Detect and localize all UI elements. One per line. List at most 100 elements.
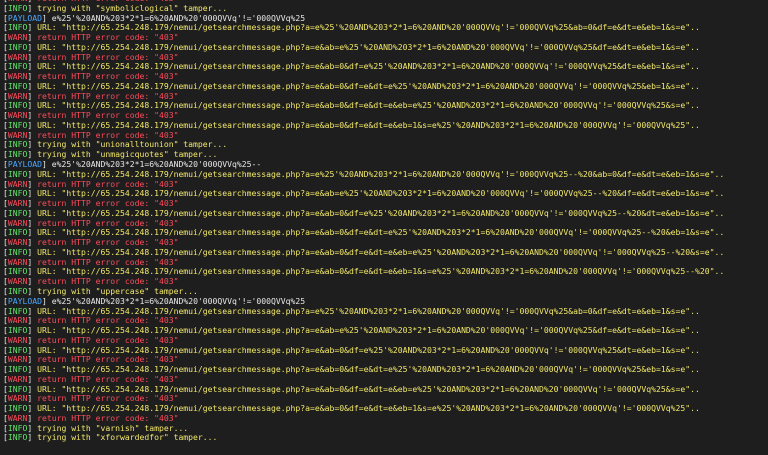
bracket-close: ] [42, 13, 52, 23]
log-line: [WARN] return HTTP error code: "403" [3, 53, 768, 63]
bracket-close: ] [27, 199, 38, 209]
log-level: INFO [7, 150, 28, 160]
log-level: WARN [7, 130, 28, 140]
log-level: WARN [7, 277, 28, 287]
log-line: [INFO] trying with "unionalltounion" tam… [3, 140, 768, 150]
log-line: [INFO] URL: "http://65.254.248.179/nemui… [3, 307, 768, 317]
log-message: URL: "http://65.254.248.179/nemui/getsea… [37, 404, 700, 414]
log-level: INFO [7, 140, 28, 150]
bracket-close: ] [27, 433, 38, 443]
log-line: [INFO] trying with "symboliclogical" tam… [3, 4, 768, 14]
bracket-close: ] [27, 326, 38, 336]
log-message: URL: "http://65.254.248.179/nemui/getsea… [37, 23, 700, 33]
log-level: WARN [7, 111, 28, 121]
bracket-close: ] [27, 238, 38, 248]
log-line: [INFO] URL: "http://65.254.248.179/nemui… [3, 228, 768, 238]
log-level: WARN [8, 0, 28, 3]
log-line: [WARN] return HTTP error code: "403" [3, 414, 768, 424]
log-message: URL: "http://65.254.248.179/nemui/getsea… [37, 189, 725, 199]
bracket-close: ] [27, 316, 38, 326]
log-message: return HTTP error code: "403" [37, 394, 179, 404]
log-message: return HTTP error code: "403" [37, 199, 179, 209]
log-level: PAYLOAD [7, 296, 42, 306]
log-line: [INFO] trying with "uppercase" tamper... [3, 287, 768, 297]
log-message: return HTTP error code: "403" [37, 130, 179, 140]
log-level: WARN [7, 238, 28, 248]
log-message: trying with "unmagicquotes" tamper... [37, 150, 218, 160]
log-line: [WARN] return HTTP error code: "403" [3, 199, 768, 209]
log-message: return HTTP error code: "403" [37, 374, 179, 384]
log-line: [WARN] return HTTP error code: "403" [3, 258, 768, 268]
log-level: INFO [7, 62, 28, 72]
log-message: e%25'%20AND%203*2*1=6%20AND%20'000QVVq%2… [51, 160, 262, 170]
log-level: INFO [7, 120, 28, 130]
log-message: URL: "http://65.254.248.179/nemui/getsea… [37, 267, 725, 277]
log-message: return HTTP error code: "403" [37, 52, 179, 62]
log-message: URL: "http://65.254.248.179/nemui/getsea… [37, 208, 725, 218]
log-message: URL: "http://65.254.248.179/nemui/getsea… [37, 384, 700, 394]
bracket-close: ] [27, 179, 38, 189]
log-line: [WARN] return HTTP error code: "403" [3, 131, 768, 141]
log-line: [INFO] URL: "http://65.254.248.179/nemui… [3, 346, 768, 356]
log-line: [INFO] URL: "http://65.254.248.179/nemui… [3, 170, 768, 180]
bracket-close: ] [42, 296, 52, 306]
log-level: WARN [7, 413, 28, 423]
log-message: return HTTP error code: "403" [37, 179, 179, 189]
log-line: [WARN] return HTTP error code: "403" [3, 180, 768, 190]
bracket-close: ] [27, 335, 38, 345]
bracket-close: ] [27, 218, 38, 228]
log-level: WARN [7, 394, 28, 404]
log-message: return HTTP error code: "403" [37, 355, 179, 365]
log-line: [WARN] return HTTP error code: "403" [3, 92, 768, 102]
log-line: [WARN] return HTTP error code: "403" [3, 316, 768, 326]
bracket-close: ] [27, 33, 38, 43]
bracket-close: ] [27, 394, 38, 404]
log-level: INFO [7, 326, 28, 336]
log-message: return HTTP error code: "403" [37, 111, 179, 121]
log-line: [INFO] URL: "http://65.254.248.179/nemui… [3, 326, 768, 336]
log-level: INFO [7, 345, 28, 355]
log-level: WARN [7, 218, 28, 228]
log-line: [PAYLOAD] e%25'%20AND%203*2*1=6%20AND%20… [3, 160, 768, 170]
log-line: [WARN] return HTTP error code: "403" [3, 238, 768, 248]
log-line: [WARN] return HTTP error code: "403" [3, 394, 768, 404]
log-line: [INFO] trying with "varnish" tamper... [3, 424, 768, 434]
log-line: [WARN] return HTTP error code: "403" [3, 219, 768, 229]
terminal-output: [WARN] return HTTP error code: "403"[INF… [0, 0, 768, 455]
bracket-close: ] [27, 169, 38, 179]
bracket-close: ] [27, 306, 38, 316]
log-level: WARN [7, 199, 28, 209]
log-line: [INFO] URL: "http://65.254.248.179/nemui… [3, 189, 768, 199]
bracket-close: ] [27, 91, 38, 101]
log-line: [INFO] trying with "unmagicquotes" tampe… [3, 150, 768, 160]
log-message: URL: "http://65.254.248.179/nemui/getsea… [37, 101, 700, 111]
log-message: return HTTP error code: "403" [37, 277, 179, 287]
log-level: WARN [7, 52, 28, 62]
log-level: INFO [7, 306, 28, 316]
log-level: INFO [7, 423, 28, 433]
bracket-close: ] [27, 120, 38, 130]
log-level: WARN [7, 316, 28, 326]
log-line: [WARN] return HTTP error code: "403" [3, 72, 768, 82]
bracket-close: ] [27, 277, 38, 287]
log-message: URL: "http://65.254.248.179/nemui/getsea… [37, 365, 700, 375]
log-message: URL: "http://65.254.248.179/nemui/getsea… [37, 345, 700, 355]
log-level: WARN [7, 374, 28, 384]
bracket-close: ] [27, 365, 38, 375]
log-message: trying with "uppercase" tamper... [37, 286, 198, 296]
log-line: [WARN] return HTTP error code: "403" [3, 277, 768, 287]
log-message: return HTTP error code: "403" [37, 413, 179, 423]
log-message: return HTTP error code: "403" [37, 257, 179, 267]
log-message: return HTTP error code: "403" [37, 33, 179, 43]
log-message: return HTTP error code: "403" [37, 91, 179, 101]
log-level: INFO [7, 169, 28, 179]
bracket-close: ] [27, 355, 38, 365]
log-line: [WARN] return HTTP error code: "403" [3, 336, 768, 346]
log-message: URL: "http://65.254.248.179/nemui/getsea… [37, 247, 725, 257]
log-level: INFO [7, 286, 28, 296]
bracket-close: ] [27, 130, 38, 140]
log-level: INFO [7, 247, 28, 257]
log-message: URL: "http://65.254.248.179/nemui/getsea… [37, 81, 700, 91]
log-level: INFO [7, 384, 28, 394]
log-message: e%25'%20AND%203*2*1=6%20AND%20'000QVVq'!… [51, 13, 306, 23]
